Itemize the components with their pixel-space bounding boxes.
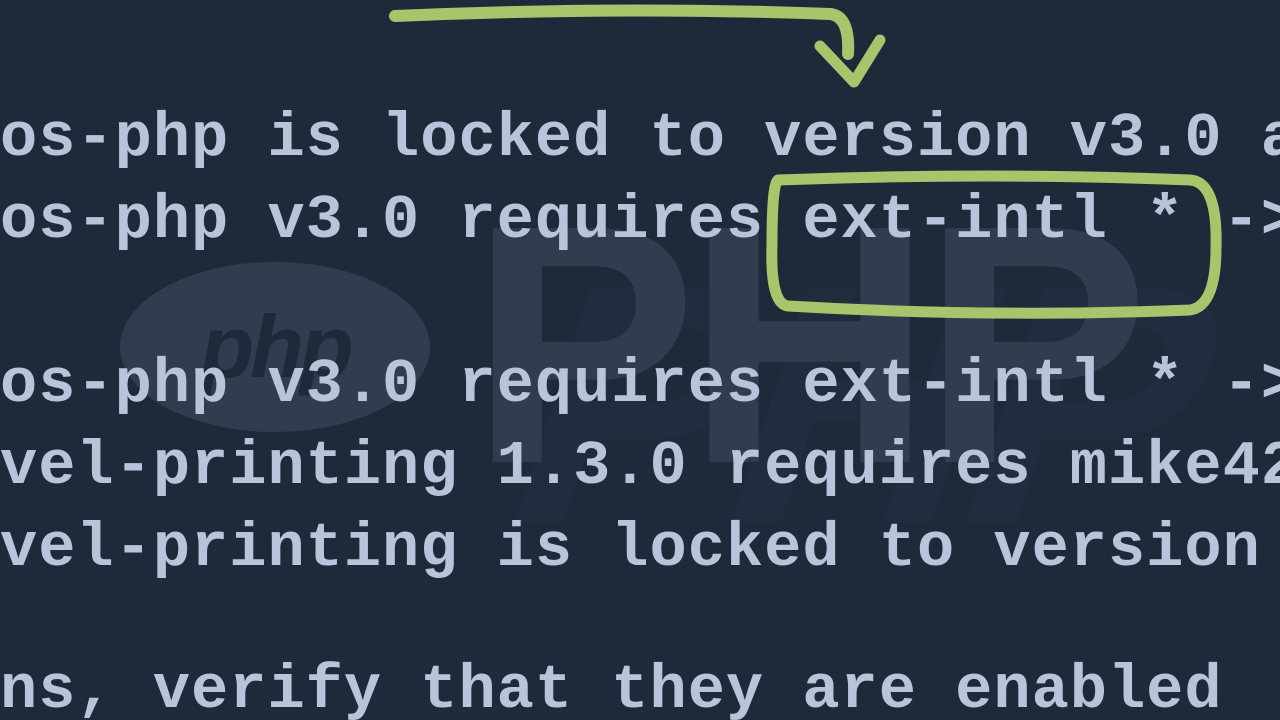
terminal-line: ns, verify that they are enabled (0, 650, 1280, 720)
terminal-line: os-php is locked to version v3.0 a (0, 98, 1280, 180)
terminal-output: os-php is locked to version v3.0 a os-ph… (0, 0, 1280, 720)
terminal-line: os-php v3.0 requires ext-intl * -> (0, 344, 1280, 426)
terminal-line: vel-printing is locked to version (0, 508, 1280, 590)
terminal-line: vel-printing 1.3.0 requires mike42 (0, 426, 1280, 508)
terminal-line: os-php v3.0 requires ext-intl * -> (0, 180, 1280, 262)
